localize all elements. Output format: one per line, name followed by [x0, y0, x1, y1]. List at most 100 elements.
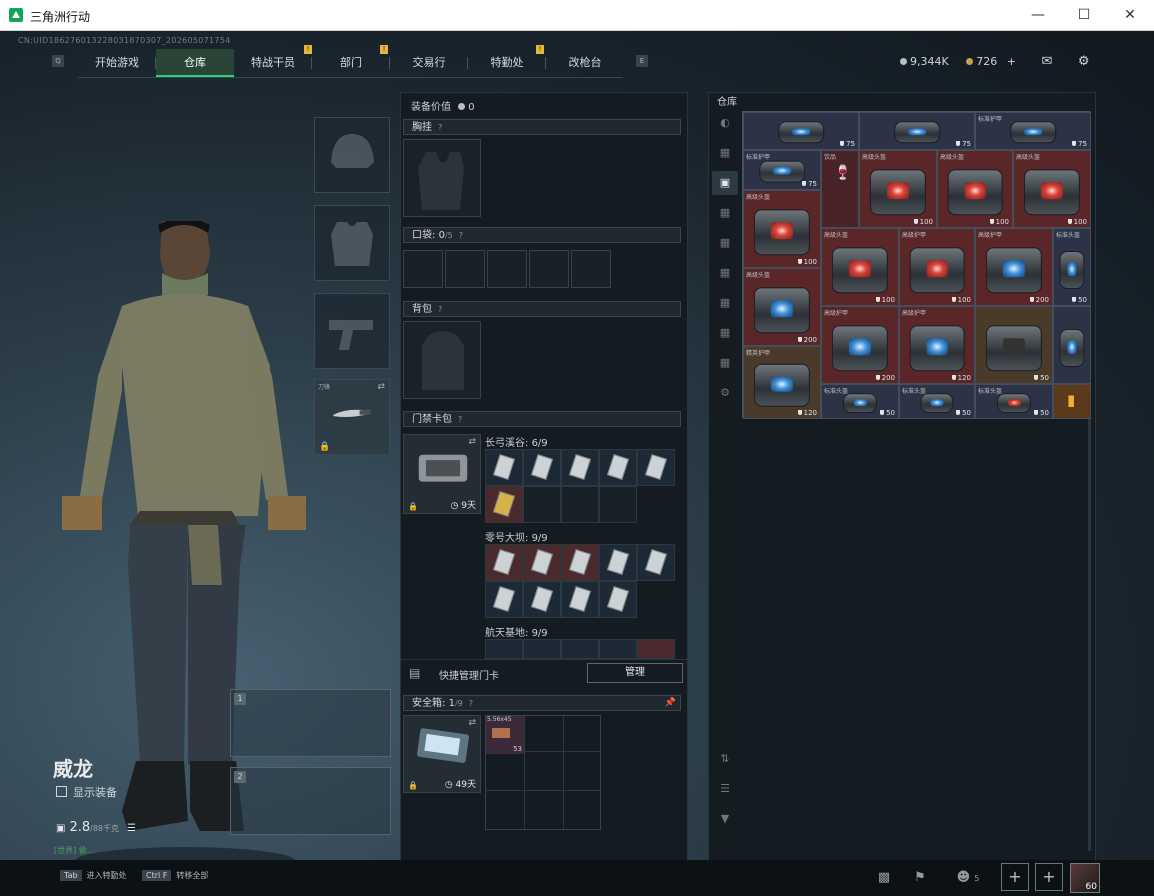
category-tab-4[interactable]: ▦ — [712, 231, 738, 255]
keycard[interactable] — [485, 449, 523, 486]
emote-icon[interactable]: ⚑ — [906, 864, 934, 892]
transfer-all-shortcut[interactable]: Ctrl F 转移全部 — [142, 870, 208, 881]
pocket-slot[interactable] — [403, 250, 443, 288]
safe-box-slot[interactable]: ⇄ 🔒 ◷ 49天 — [403, 715, 481, 793]
warehouse-item[interactable]: 标准头盔 50 — [1053, 228, 1091, 306]
swap-icon[interactable]: ⇄ — [377, 382, 385, 392]
layers-icon[interactable]: ☰ — [712, 777, 738, 801]
tab-market[interactable]: 交易行 — [390, 49, 468, 77]
keycard[interactable] — [599, 581, 637, 618]
keycard[interactable] — [599, 544, 637, 581]
warehouse-item-gold[interactable]: ▮ — [1053, 384, 1091, 419]
sidearm-slot[interactable] — [314, 293, 390, 369]
warehouse-item[interactable]: 标准护甲 75 — [743, 150, 821, 190]
keycard[interactable] — [561, 639, 599, 659]
warehouse-item[interactable]: 精英护甲 120 — [743, 346, 821, 419]
category-tab-selected[interactable]: ▣ — [712, 171, 738, 195]
pocket-slot[interactable] — [445, 250, 485, 288]
nav-key-left[interactable]: Q — [52, 55, 64, 67]
help-icon[interactable]: ? — [438, 305, 442, 314]
category-tab-armor[interactable]: ▦ — [712, 141, 738, 165]
manage-button[interactable]: 管理 — [587, 663, 683, 683]
warehouse-item[interactable]: 高级头盔 100 — [1013, 150, 1091, 228]
keycard-bag-slot[interactable]: ⇄ 🔒 ◷ 9天 — [403, 434, 481, 514]
category-tab-helmet[interactable]: ◐ — [712, 111, 738, 135]
mail-icon[interactable]: ✉ — [1041, 54, 1052, 69]
swap-icon[interactable]: ⇄ — [468, 437, 476, 447]
maximize-button[interactable]: ☐ — [1061, 0, 1107, 31]
keycard[interactable] — [561, 581, 599, 618]
help-icon[interactable]: ? — [459, 231, 463, 240]
keycard[interactable] — [599, 449, 637, 486]
swap-icon[interactable]: ⇄ — [468, 718, 476, 728]
ammo-item[interactable]: 5.56x45 53 — [486, 716, 524, 754]
keycard[interactable] — [561, 544, 599, 581]
warehouse-item[interactable]: 高级护甲 200 — [821, 306, 899, 384]
nav-key-right[interactable]: E — [636, 55, 648, 67]
keycard[interactable] — [485, 486, 523, 523]
warehouse-item[interactable]: 75 — [859, 112, 975, 150]
keycard[interactable] — [599, 639, 637, 659]
body-armor-slot[interactable] — [314, 205, 390, 281]
tab-start-game[interactable]: 开始游戏 — [78, 49, 156, 77]
warehouse-item[interactable]: 高级护甲 100 — [899, 228, 975, 306]
pocket-slot[interactable] — [571, 250, 611, 288]
warehouse-item-drink[interactable]: 饮品 🍷 — [821, 150, 859, 228]
pin-icon[interactable]: 📌 — [665, 696, 676, 711]
tab-warehouse[interactable]: 仓库 — [156, 49, 234, 77]
warehouse-item[interactable]: 高级头盔 100 — [937, 150, 1013, 228]
help-icon[interactable]: ? — [469, 699, 473, 708]
add-currency-button[interactable]: + — [1007, 55, 1016, 68]
keycard[interactable] — [561, 449, 599, 486]
chat-preview[interactable]: [世界] 偷… — [54, 845, 95, 856]
tab-gunsmith[interactable]: 改枪台 — [546, 49, 624, 77]
category-tab-5[interactable]: ▦ — [712, 261, 738, 285]
tab-departments[interactable]: 部门! — [312, 45, 390, 77]
keycard[interactable] — [523, 544, 561, 581]
filter-icon[interactable]: ▼ — [712, 807, 738, 831]
tab-operators[interactable]: 特战干员! — [234, 45, 312, 77]
warehouse-item[interactable]: 标准头盔 50 — [899, 384, 975, 419]
avatar[interactable]: 60 — [1070, 863, 1100, 893]
settings-gear-icon[interactable]: ⚙ — [1078, 54, 1090, 69]
empty-keycard-slot[interactable] — [523, 486, 561, 523]
warehouse-item[interactable]: 高级头盔 100 — [743, 190, 821, 268]
help-icon[interactable]: ? — [438, 123, 442, 132]
secondary-weapon-slot[interactable]: 2 — [230, 767, 391, 835]
empty-keycard-slot[interactable] — [599, 486, 637, 523]
keycard[interactable] — [485, 581, 523, 618]
minimize-button[interactable]: — — [1015, 0, 1061, 31]
pocket-slot[interactable] — [529, 250, 569, 288]
keycard[interactable] — [485, 639, 523, 659]
primary-weapon-slot[interactable]: 1 — [230, 689, 391, 757]
stats-icon[interactable]: ▩ — [870, 864, 898, 892]
keycard[interactable] — [523, 581, 561, 618]
warehouse-item[interactable]: 标准护甲 75 — [975, 112, 1091, 150]
warehouse-item[interactable]: 高级护甲 120 — [899, 306, 975, 384]
warehouse-item[interactable] — [1053, 306, 1091, 384]
category-tab-6[interactable]: ▦ — [712, 291, 738, 315]
special-ops-shortcut[interactable]: Tab 进入特勤处 — [60, 870, 127, 881]
backpack-slot[interactable] — [403, 321, 481, 399]
warehouse-item[interactable]: 高级护甲 200 — [975, 228, 1053, 306]
chest-rig-slot[interactable] — [403, 139, 481, 217]
category-tab-8[interactable]: ▦ — [712, 351, 738, 375]
warehouse-item[interactable]: 高级头盔 100 — [821, 228, 899, 306]
list-icon[interactable]: ☰ — [127, 823, 136, 834]
close-button[interactable]: ✕ — [1107, 0, 1153, 31]
tab-special-ops[interactable]: 特勤处! — [468, 45, 546, 77]
warehouse-item[interactable]: 高级头盔 200 — [743, 268, 821, 346]
invite-slot-button[interactable]: + — [1035, 863, 1063, 891]
warehouse-item[interactable]: 50 — [975, 306, 1053, 384]
keycard[interactable] — [523, 639, 561, 659]
invite-slot-button[interactable]: + — [1001, 863, 1029, 891]
help-icon[interactable]: ? — [458, 415, 462, 424]
keycard[interactable] — [637, 449, 675, 486]
keycard[interactable] — [637, 544, 675, 581]
category-tab-3[interactable]: ▦ — [712, 201, 738, 225]
keycard[interactable] — [485, 544, 523, 581]
show-equipment-toggle[interactable]: 显示装备 — [56, 784, 117, 800]
warehouse-item[interactable]: 标准头盔 50 — [821, 384, 899, 419]
category-tab-settings[interactable]: ⚙ — [712, 381, 738, 405]
keycard[interactable] — [523, 449, 561, 486]
